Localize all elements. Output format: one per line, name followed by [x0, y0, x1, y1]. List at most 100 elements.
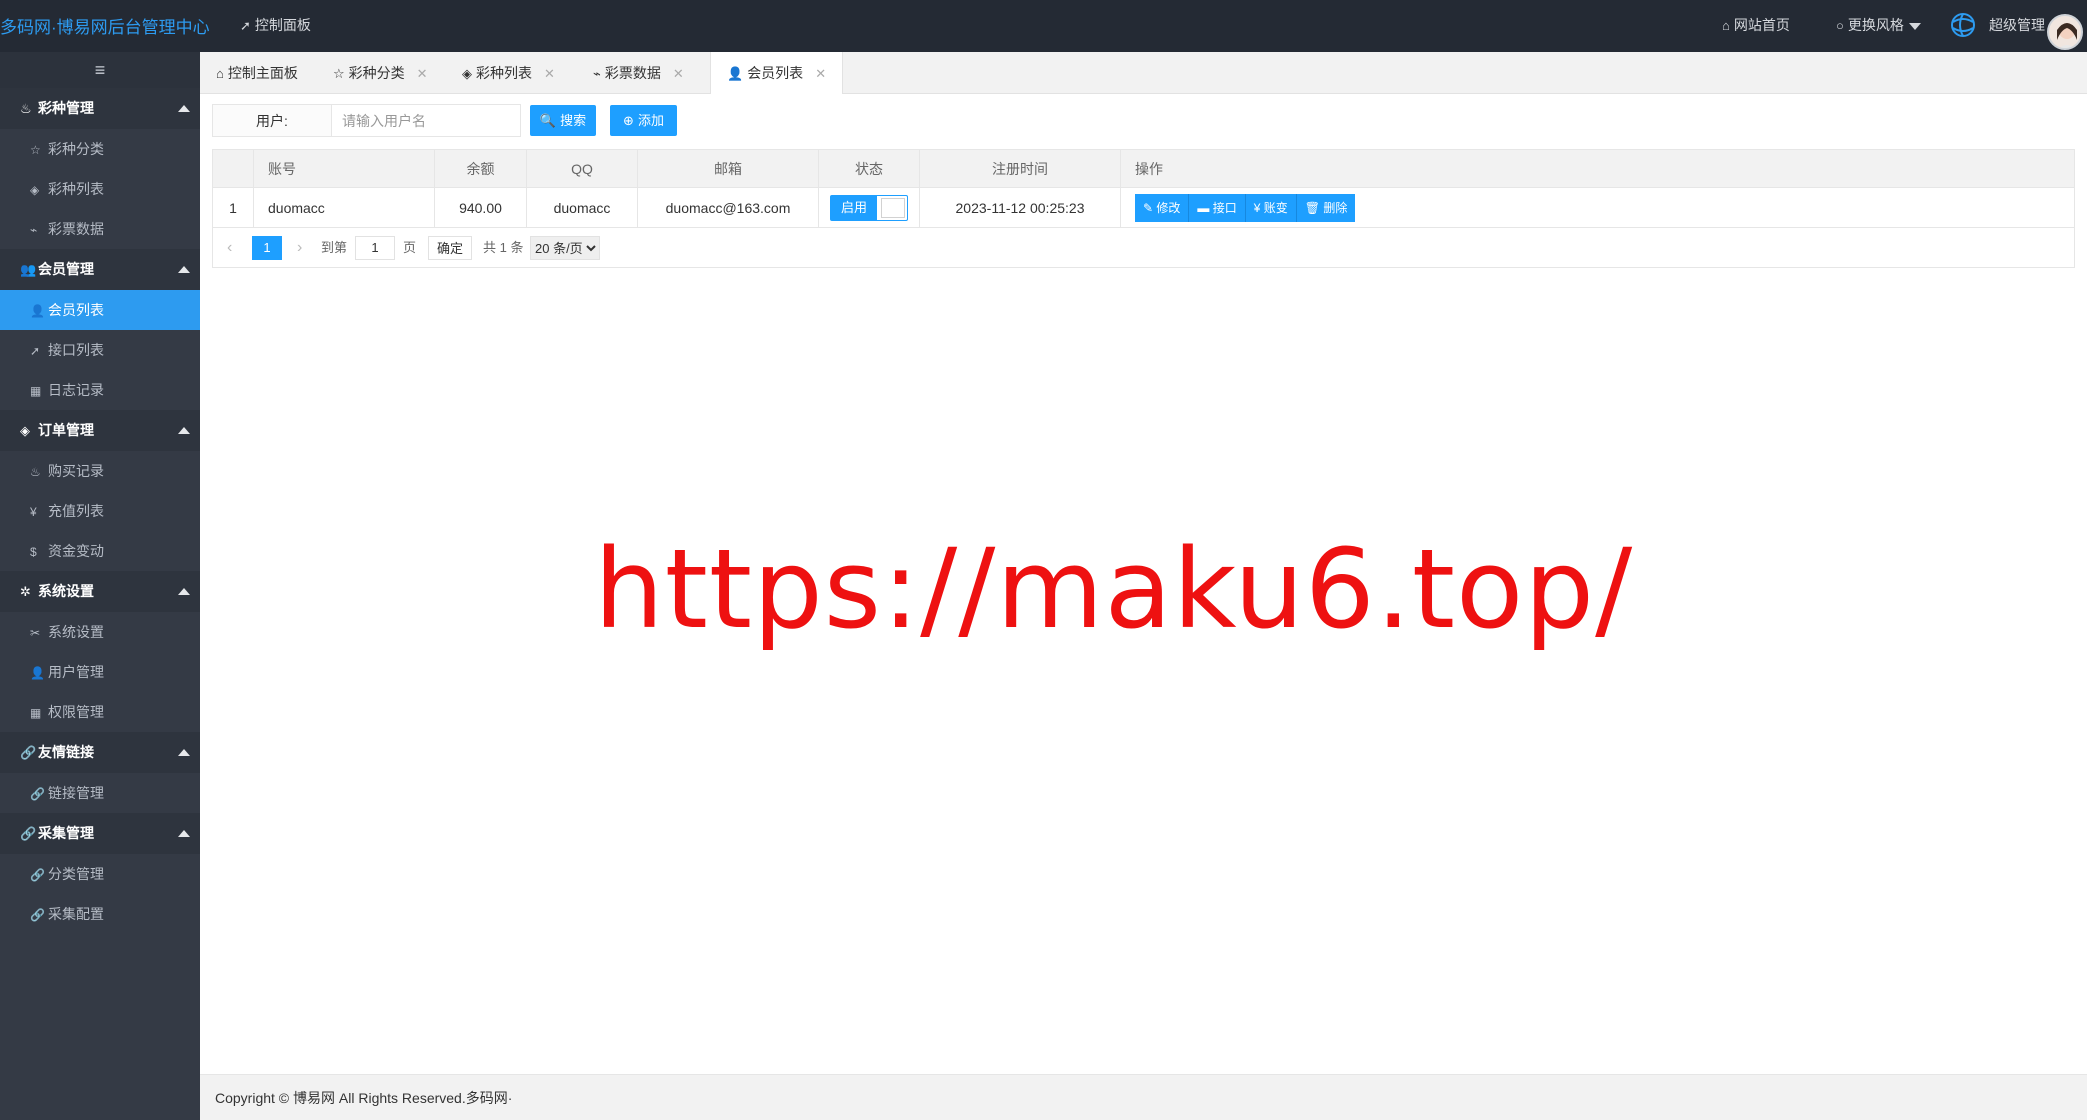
sidebar-item-label: 彩种列表 — [48, 181, 104, 197]
sidebar-item-label: 权限管理 — [48, 704, 104, 720]
link-icon: 🔗 — [30, 868, 45, 882]
table-row: 1 duomacc 940.00 duomacc duomacc@163.com… — [212, 187, 2075, 228]
avatar[interactable] — [2047, 14, 2083, 50]
sidebar-item-permissions[interactable]: ▦ 权限管理 — [0, 692, 200, 732]
add-button[interactable]: ⊕ 添加 — [610, 105, 677, 136]
sidebar-item-recharges[interactable]: ¥ 充值列表 — [0, 491, 200, 531]
per-page-select[interactable]: 20 条/页 — [530, 236, 600, 260]
column-header-registered: 注册时间 — [919, 149, 1121, 188]
sidebar: ≡ ♨ 彩种管理 ☆ 彩种分类 ◈ 彩种列表 ⌁ 彩票数据 👥 会员管理 👤 会员列表 ➚ 接… — [0, 52, 200, 1120]
account-change-button[interactable]: ¥ 账变 — [1245, 193, 1297, 222]
caret-up-icon — [178, 427, 190, 434]
goto-page-input[interactable] — [355, 236, 395, 260]
trash-icon: 🗑 — [1304, 200, 1324, 215]
sidebar-item-lottery-category[interactable]: ☆ 彩种分类 — [0, 129, 200, 169]
user-icon: 👤 — [727, 66, 744, 81]
sidebar-item-collect-config[interactable]: 🔗 采集配置 — [0, 894, 200, 934]
cube-icon: ◈ — [462, 66, 472, 81]
toggle-knob — [881, 197, 905, 218]
dashboard-link[interactable]: ➚ 控制面板 — [240, 0, 311, 52]
site-home-link[interactable]: ⌂ 网站首页 — [1722, 0, 1790, 52]
dollar-icon: $ — [30, 545, 37, 559]
user-menu[interactable]: 超级管理 — [1989, 0, 2045, 52]
yen-icon: ¥ — [1253, 200, 1264, 215]
footer: Copyright © 博易网 All Rights Reserved.多码网· — [200, 1074, 2087, 1120]
sidebar-item-api-list[interactable]: ➚ 接口列表 — [0, 330, 200, 370]
sidebar-group-orders[interactable]: ◈ 订单管理 — [0, 410, 200, 451]
row-email: duomacc@163.com — [637, 187, 819, 228]
sidebar-item-system-settings[interactable]: ✂ 系统设置 — [0, 612, 200, 652]
sidebar-group-members[interactable]: 👥 会员管理 — [0, 249, 200, 290]
delete-button[interactable]: 🗑 删除 — [1296, 193, 1356, 222]
link-icon: 🔗 — [20, 745, 37, 760]
goto-label: 到第 — [321, 240, 348, 255]
sidebar-toggle[interactable]: ≡ — [0, 52, 200, 88]
api-button[interactable]: ▬ 接口 — [1189, 193, 1246, 222]
username-search-input[interactable] — [331, 104, 521, 137]
close-icon[interactable]: ✕ — [544, 53, 555, 95]
sidebar-item-label: 采集配置 — [48, 906, 104, 922]
search-button-label: 搜索 — [560, 113, 587, 128]
sidebar-item-label: 接口列表 — [48, 342, 104, 358]
sidebar-item-member-list[interactable]: 👤 会员列表 — [0, 290, 200, 330]
sidebar-item-lottery-data[interactable]: ⌁ 彩票数据 — [0, 209, 200, 249]
close-icon[interactable]: ✕ — [815, 53, 826, 95]
close-icon[interactable]: ✕ — [673, 53, 684, 95]
sidebar-group-system[interactable]: ✲ 系统设置 — [0, 571, 200, 612]
tab-label: 彩种列表 — [476, 65, 532, 81]
user-icon: 👤 — [30, 304, 45, 318]
sidebar-group-label: 订单管理 — [38, 422, 94, 438]
next-page-icon[interactable]: › — [297, 236, 302, 260]
total-count: 共 1 条 — [483, 240, 524, 255]
edit-button[interactable]: ✎ 修改 — [1135, 193, 1190, 222]
sidebar-item-category-management[interactable]: 🔗 分类管理 — [0, 854, 200, 894]
sidebar-group-lottery[interactable]: ♨ 彩种管理 — [0, 88, 200, 129]
api-button-label: 接口 — [1212, 200, 1237, 215]
brand-title[interactable]: 多码网·博易网后台管理中心 — [0, 0, 210, 52]
tab-member-list[interactable]: 👤 会员列表 ✕ — [710, 52, 844, 95]
prev-page-icon[interactable]: ‹ — [227, 236, 232, 260]
sidebar-item-logs[interactable]: ▦ 日志记录 — [0, 370, 200, 410]
tab-label: 会员列表 — [747, 65, 804, 81]
sidebar-item-label: 日志记录 — [48, 382, 104, 398]
row-account: duomacc — [253, 187, 435, 228]
edit-button-label: 修改 — [1156, 200, 1181, 215]
row-status: 启用 — [818, 187, 920, 228]
member-table: 账号 余额 QQ 邮箱 状态 注册时间 操作 1 duomacc 940.00 … — [212, 149, 2075, 228]
sidebar-item-link-management[interactable]: 🔗 链接管理 — [0, 773, 200, 813]
close-icon[interactable]: ✕ — [417, 53, 428, 95]
sidebar-item-purchases[interactable]: ♨ 购买记录 — [0, 451, 200, 491]
sidebar-group-collect[interactable]: 🔗 采集管理 — [0, 813, 200, 854]
sidebar-item-label: 会员列表 — [48, 302, 104, 318]
column-header-index — [212, 149, 254, 188]
change-style-dropdown[interactable]: ○ 更换风格 — [1836, 0, 1921, 52]
tab-lottery-list[interactable]: ◈ 彩种列表 ✕ — [462, 52, 555, 94]
home-icon: ⌂ — [216, 66, 224, 81]
tab-label: 控制主面板 — [227, 65, 298, 81]
add-button-label: 添加 — [637, 113, 664, 128]
pencil-icon: ✎ — [1143, 200, 1157, 215]
sidebar-group-links[interactable]: 🔗 友情链接 — [0, 732, 200, 773]
dashboard-label: 控制面板 — [254, 17, 311, 33]
sidebar-group-label: 采集管理 — [38, 825, 94, 841]
tab-dashboard[interactable]: ⌂ 控制主面板 — [216, 52, 298, 94]
sidebar-item-fund-changes[interactable]: $ 资金变动 — [0, 531, 200, 571]
page-number-current[interactable]: 1 — [252, 236, 282, 260]
pulse-icon: ⌁ — [593, 66, 601, 81]
sidebar-item-user-management[interactable]: 👤 用户管理 — [0, 652, 200, 692]
status-toggle[interactable]: 启用 — [830, 194, 908, 221]
sidebar-item-lottery-list[interactable]: ◈ 彩种列表 — [0, 169, 200, 209]
tab-lottery-category[interactable]: ☆ 彩种分类 ✕ — [333, 52, 428, 94]
column-header-email: 邮箱 — [637, 149, 819, 188]
calendar-icon: ▦ — [30, 384, 42, 398]
row-balance: 940.00 — [434, 187, 527, 228]
goto-confirm-button[interactable]: 确定 — [428, 236, 473, 260]
sidebar-item-label: 链接管理 — [48, 785, 104, 801]
tab-lottery-data[interactable]: ⌁ 彩票数据 ✕ — [593, 52, 684, 94]
search-button[interactable]: 🔍 搜索 — [530, 105, 596, 136]
yen-icon: ¥ — [30, 505, 37, 519]
star-icon: ☆ — [30, 143, 41, 157]
change-style-label: 更换风格 — [1847, 17, 1904, 33]
status-toggle-label: 启用 — [831, 195, 877, 220]
column-header-actions: 操作 — [1120, 149, 2075, 188]
